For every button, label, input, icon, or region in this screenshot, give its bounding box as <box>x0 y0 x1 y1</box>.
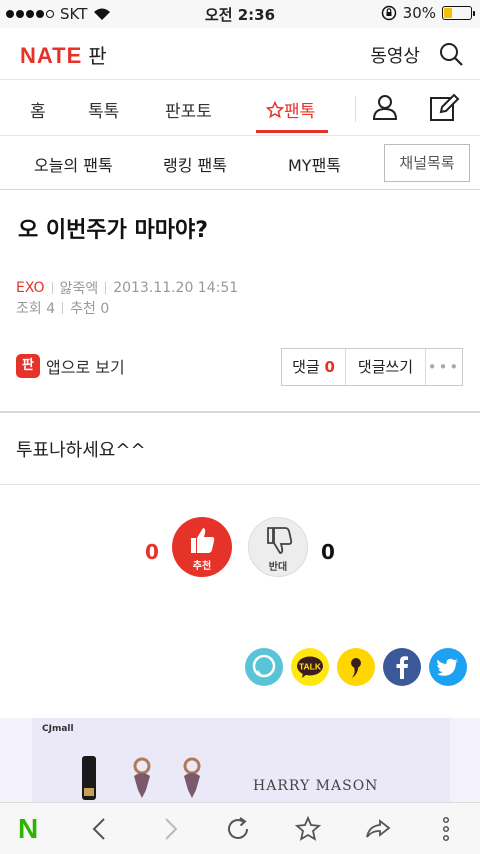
upvote-label: 추천 <box>192 561 212 572</box>
share-kakaotalk-button[interactable]: TALK <box>291 648 329 686</box>
rotation-lock-icon <box>381 5 396 21</box>
edit-icon[interactable] <box>428 92 460 124</box>
nav-home[interactable]: 홈 <box>30 97 46 122</box>
nav-panphoto[interactable]: 판포토 <box>165 97 212 122</box>
speech-bubble-icon <box>245 648 283 686</box>
browser-toolbar: N <box>0 802 480 854</box>
subnav-today[interactable]: 오늘의 팬톡 <box>34 152 113 176</box>
kakaotalk-text: TALK <box>299 662 322 672</box>
sub-nav: 오늘의 팬톡 랭킹 팬톡 MY팬톡 채널목록 <box>0 136 480 190</box>
battery-icon <box>442 6 475 20</box>
divider <box>0 411 480 413</box>
nav-fantok[interactable]: 팬톡 <box>265 97 316 122</box>
share-facebook-button[interactable] <box>383 648 421 686</box>
channel-list-button[interactable]: 채널목록 <box>384 144 470 182</box>
article-author: 앓죽엑 <box>59 281 99 297</box>
logo-text: NATE <box>20 43 83 68</box>
article-meta: EXO 앓죽엑 2013.11.20 14:51 <box>16 278 238 298</box>
forward-icon[interactable] <box>156 815 184 843</box>
upvote-count: 0 <box>145 540 159 564</box>
share-icon[interactable] <box>364 815 392 843</box>
comments-label: 댓글 <box>292 358 320 376</box>
back-icon[interactable] <box>86 815 114 843</box>
more-menu-icon[interactable] <box>432 815 460 843</box>
search-icon[interactable] <box>438 41 464 67</box>
downvote-button[interactable]: 반대 <box>248 517 308 577</box>
star-icon <box>265 100 285 119</box>
kakaostory-icon <box>337 648 375 686</box>
write-comment-button[interactable]: 댓글쓰기 <box>346 349 426 385</box>
main-nav: 홈 톡톡 판포토 팬톡 <box>0 80 480 136</box>
thumbs-up-icon <box>191 528 215 553</box>
share-kakaostory-button[interactable] <box>337 648 375 686</box>
article-views: 조회 4 <box>16 301 56 317</box>
bookmark-star-icon[interactable] <box>294 815 322 843</box>
more-button[interactable]: ••• <box>426 349 462 385</box>
downvote-label: 반대 <box>268 562 288 573</box>
facebook-icon <box>383 648 421 686</box>
advertisement-banner[interactable]: CJmall HARRY MASON <box>0 718 480 802</box>
active-tab-indicator <box>256 130 328 133</box>
header: NATE 판 동영상 <box>0 28 480 80</box>
subnav-my[interactable]: MY팬톡 <box>288 152 341 176</box>
share-speech-bubble-button[interactable] <box>245 648 283 686</box>
article-stats: 조회 4 추천 0 <box>16 298 109 318</box>
section-name: 판 <box>88 44 108 68</box>
ad-text: HARRY MASON <box>253 778 379 794</box>
status-bar: SKT 오전 2:36 30% <box>0 0 480 28</box>
article-category[interactable]: EXO <box>16 280 45 296</box>
comment-actions: 댓글 0 댓글쓰기 ••• <box>281 348 463 386</box>
downvote-count: 0 <box>321 540 335 564</box>
article-datetime: 2013.11.20 14:51 <box>113 280 239 296</box>
pann-app-icon: 판 <box>16 354 40 378</box>
share-twitter-button[interactable] <box>429 648 467 686</box>
ad-brand: CJmall <box>42 724 74 734</box>
app-view-link[interactable]: 판 앱으로 보기 <box>16 354 125 378</box>
nav-toktok[interactable]: 톡톡 <box>88 97 119 122</box>
battery-percent: 30% <box>402 4 436 22</box>
nate-logo[interactable]: NATE 판 <box>20 40 108 69</box>
nav-fantok-label: 팬톡 <box>284 102 316 122</box>
twitter-icon <box>429 648 467 686</box>
article-body: 투표나하세요^^ <box>16 440 146 461</box>
comments-button[interactable]: 댓글 0 <box>282 349 346 385</box>
app-view-label: 앱으로 보기 <box>46 358 125 377</box>
comments-count: 0 <box>324 358 335 376</box>
naver-home-button[interactable]: N <box>18 813 38 845</box>
kakaotalk-icon: TALK <box>291 648 329 686</box>
subnav-ranking[interactable]: 랭킹 팬톡 <box>163 152 227 176</box>
divider <box>0 484 480 485</box>
ad-product-image <box>82 756 201 800</box>
article-recommend: 추천 0 <box>70 301 110 317</box>
nav-separator <box>355 96 356 122</box>
article-title: 오 이번주가 마마야? <box>18 218 209 243</box>
status-right: 30% <box>381 4 475 22</box>
video-link[interactable]: 동영상 <box>370 42 420 68</box>
refresh-icon[interactable] <box>224 815 252 843</box>
thumbs-down-icon <box>267 527 293 554</box>
upvote-button[interactable]: 추천 <box>172 517 232 577</box>
user-icon[interactable] <box>370 92 400 122</box>
